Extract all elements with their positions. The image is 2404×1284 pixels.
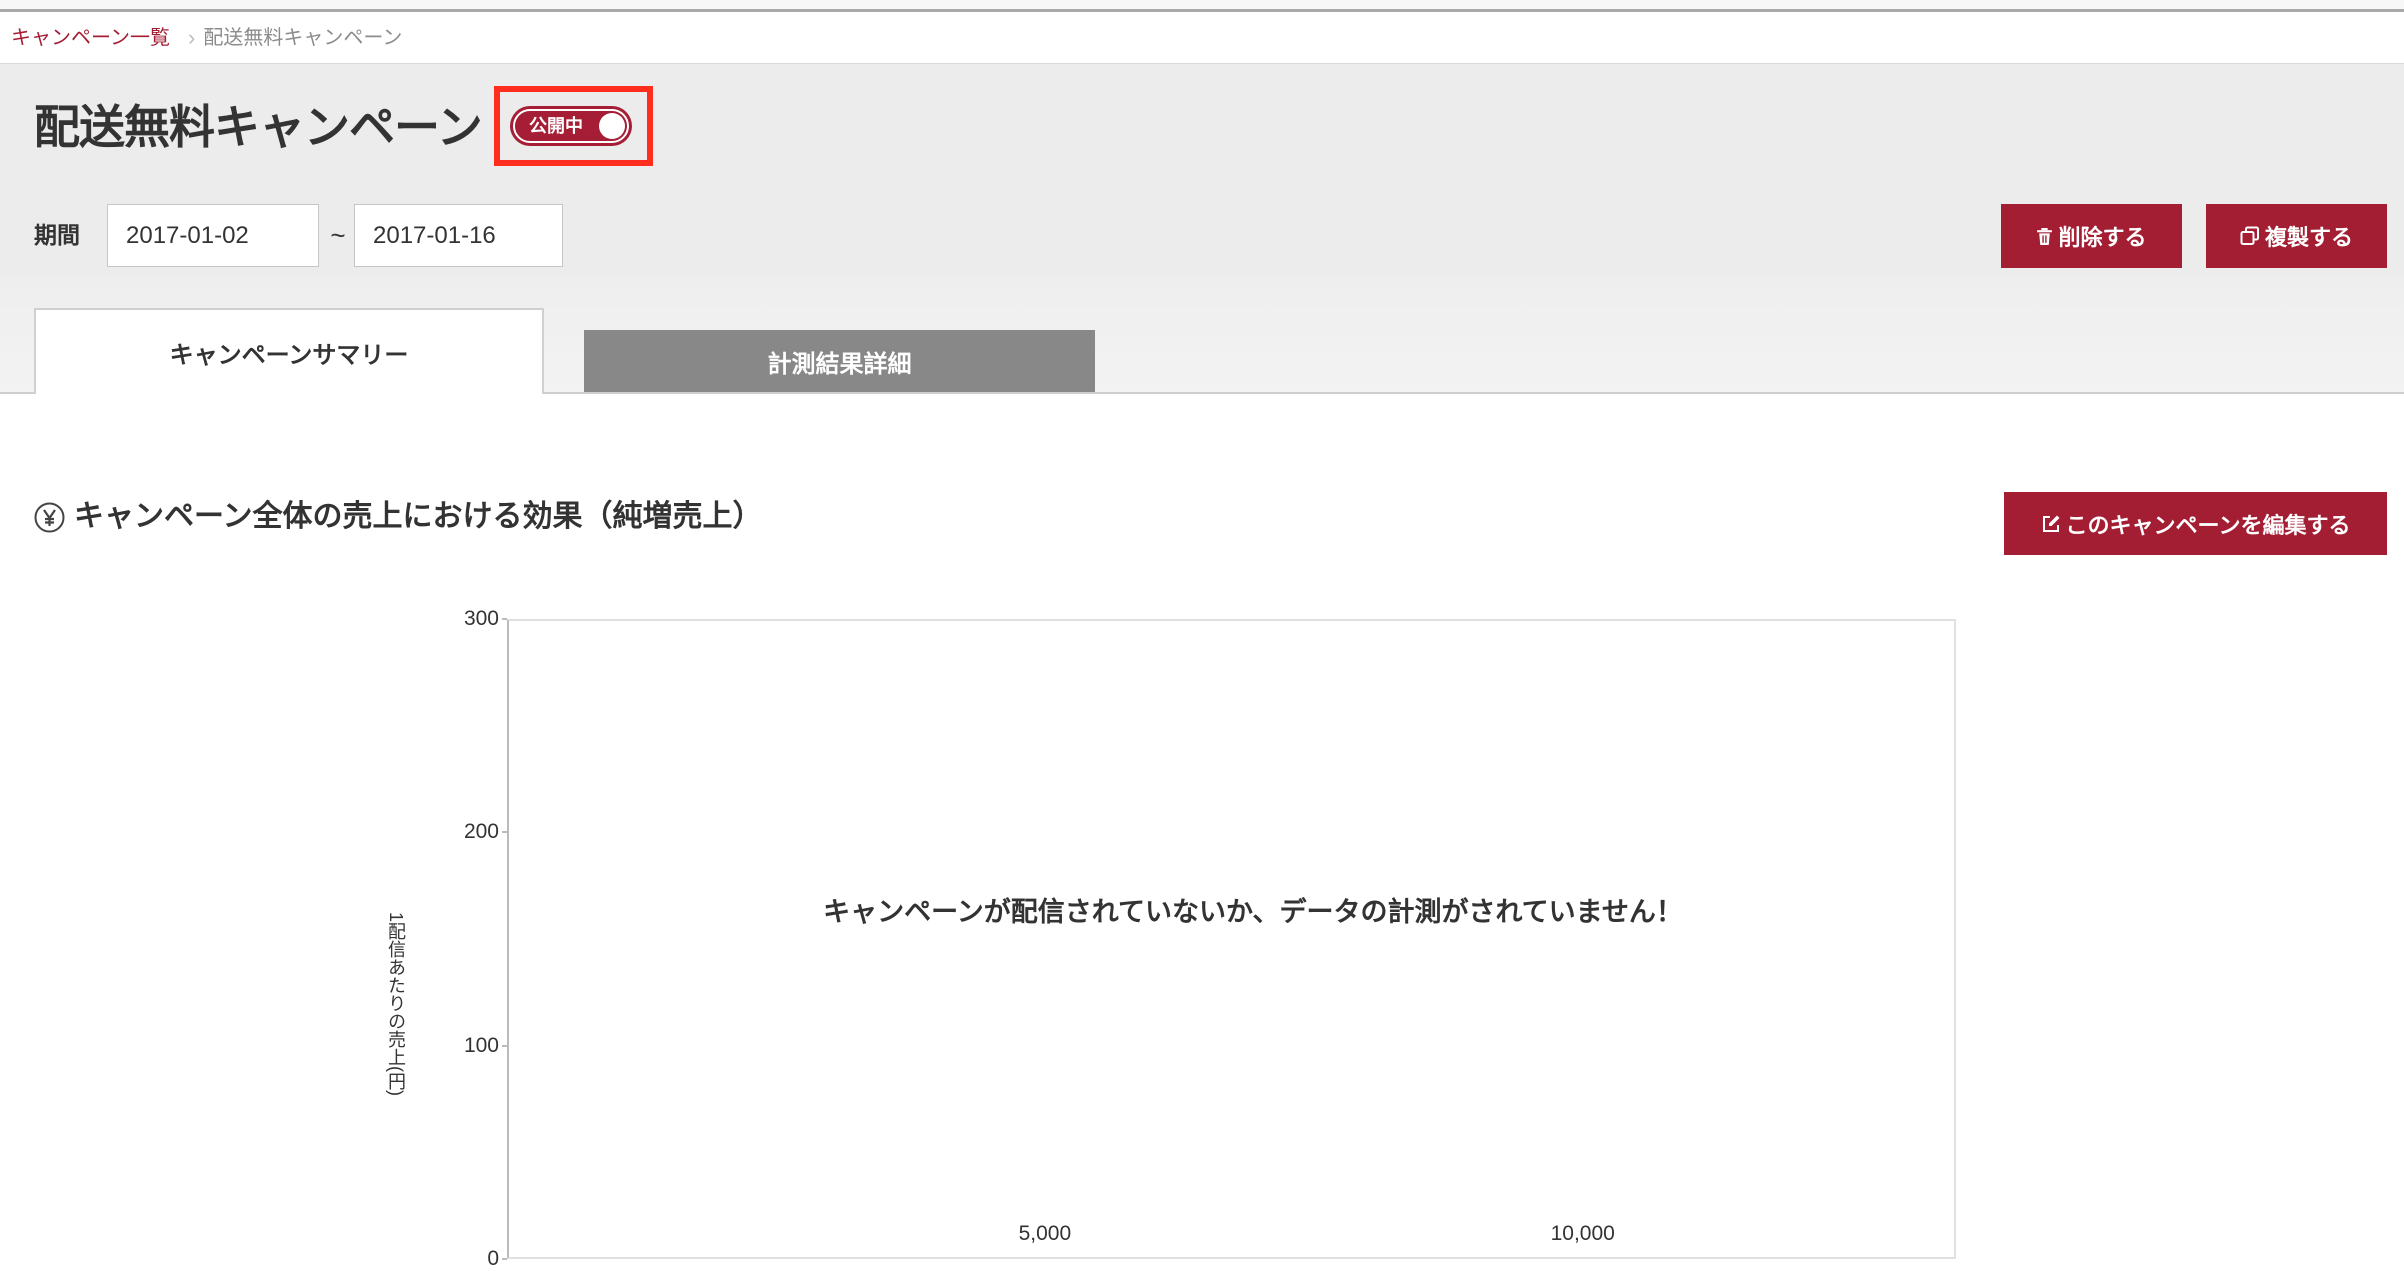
- tab-label: 計測結果詳細: [767, 350, 912, 378]
- tab-bar: キャンペーンサマリー 計測結果詳細: [0, 276, 2404, 394]
- summary-panel: キャンペーン全体の売上における効果（純増売上） このキャンペーンを編集する 1配…: [0, 394, 2404, 1284]
- date-range-separator: ~: [330, 220, 346, 250]
- y-tick-mark: [502, 618, 507, 620]
- start-date-input[interactable]: [107, 204, 319, 267]
- copy-icon: [2240, 226, 2260, 246]
- period-label: 期間: [34, 222, 80, 248]
- status-toggle[interactable]: 公開中: [513, 109, 629, 143]
- edit-campaign-button[interactable]: このキャンペーンを編集する: [2004, 492, 2387, 555]
- y-tick-mark: [502, 1044, 507, 1047]
- breadcrumb-link-campaign-list[interactable]: キャンペーン一覧: [11, 26, 170, 50]
- x-tick-label: 5,000: [1018, 1222, 1072, 1245]
- delete-button[interactable]: 削除する: [2001, 204, 2182, 268]
- yen-icon: [34, 502, 65, 533]
- breadcrumb: キャンペーン一覧 › 配送無料キャンペーン: [0, 12, 2404, 64]
- campaign-header: 配送無料キャンペーン 公開中 期間 ~ 削除する 複製する: [0, 64, 2404, 276]
- edit-campaign-button-label: このキャンペーンを編集する: [2065, 512, 2351, 538]
- edit-icon: [2041, 514, 2061, 534]
- y-tick-label: 100: [463, 1033, 499, 1057]
- page-title: 配送無料キャンペーン: [34, 101, 483, 153]
- sales-effect-chart: 1配信あたりの売上(円) キャンペーンが配信されていないか、データの計測がされて…: [380, 594, 1980, 1274]
- trash-icon: [2036, 227, 2053, 246]
- delete-button-label: 削除する: [2058, 225, 2147, 250]
- breadcrumb-current: 配送無料キャンペーン: [203, 26, 403, 49]
- tab-label: キャンペーンサマリー: [169, 341, 409, 369]
- breadcrumb-separator: ›: [188, 24, 196, 50]
- tab-measurement-details[interactable]: 計測結果詳細: [584, 330, 1095, 392]
- y-tick-mark: [502, 831, 507, 834]
- duplicate-button[interactable]: 複製する: [2206, 204, 2387, 268]
- top-border: [0, 0, 2404, 12]
- x-tick-label: 10,000: [1550, 1222, 1615, 1245]
- plot-area: [507, 619, 1956, 1259]
- y-axis-label: 1配信あたりの売上(円): [386, 912, 406, 1096]
- duplicate-button-label: 複製する: [2264, 225, 2353, 250]
- end-date-input[interactable]: [354, 204, 563, 267]
- section-title: キャンペーン全体の売上における効果（純増売上）: [74, 500, 763, 533]
- toggle-knob: [599, 113, 625, 139]
- y-tick-mark: [502, 1258, 507, 1260]
- empty-chart-message: キャンペーンが配信されていないか、データの計測がされていません！: [823, 897, 1683, 927]
- y-tick-label: 300: [463, 607, 499, 630]
- status-toggle-label: 公開中: [529, 116, 583, 136]
- tab-campaign-summary[interactable]: キャンペーンサマリー: [34, 308, 544, 394]
- y-tick-label: 0: [487, 1247, 499, 1270]
- y-tick-label: 200: [463, 820, 499, 844]
